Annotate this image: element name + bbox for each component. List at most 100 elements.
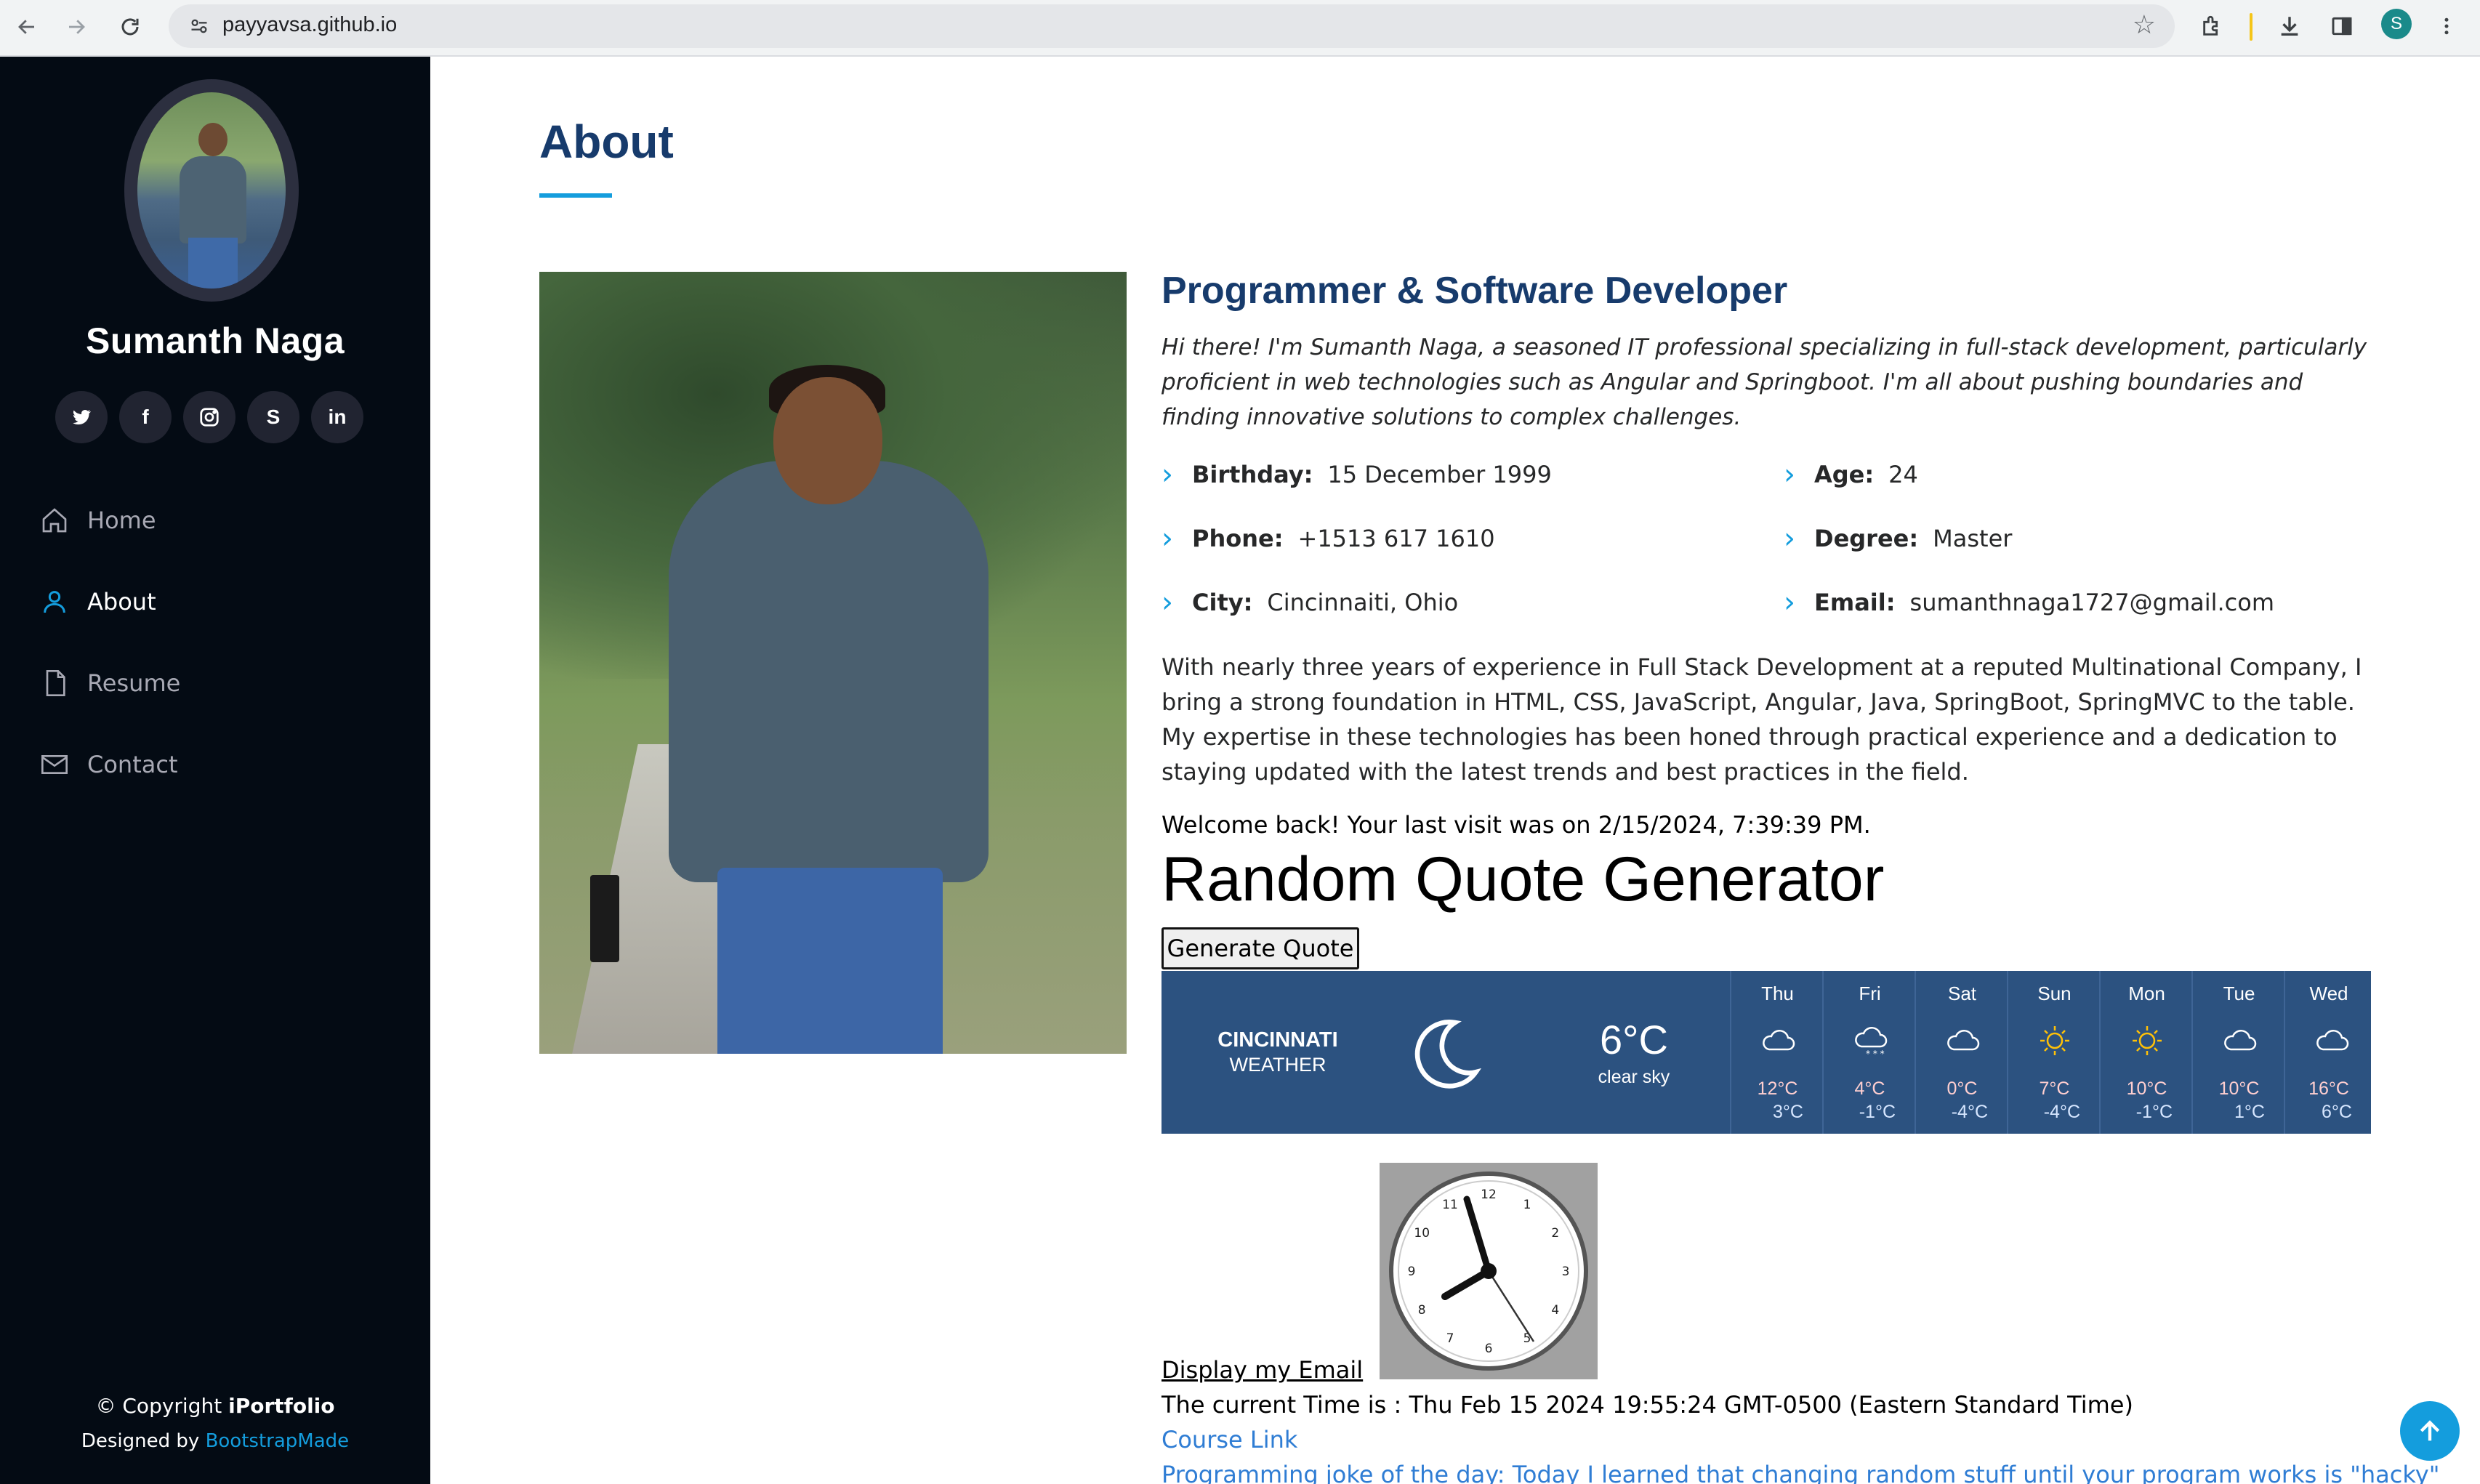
reload-icon[interactable] [112,9,148,45]
address-bar[interactable]: payyavsa.github.io ☆ [169,4,2175,48]
weather-city: CINCINNATI WEATHER [1217,1028,1338,1076]
bookmark-star-icon[interactable]: ☆ [2133,10,2156,40]
nav-item-about[interactable]: About [36,580,156,624]
fact-email: › Email: sumanthnaga1727@gmail.com [1784,586,2275,619]
main-content: About Programmer & Software Developer Hi… [430,57,2480,1484]
fact-city: › City: Cincinnaiti, Ohio [1162,586,1459,619]
instagram-icon[interactable] [183,391,235,443]
current-temperature: 6°C [1600,1017,1668,1062]
clock-numeral: 1 [1523,1198,1531,1212]
bootstrapmade-link[interactable]: BootstrapMade [206,1430,350,1452]
moon-icon [1409,1015,1489,1094]
back-to-top-button[interactable] [2400,1401,2460,1461]
download-icon[interactable] [2271,7,2308,45]
facebook-icon[interactable]: f [119,391,172,443]
cloud-icon [1763,1030,1795,1051]
svg-text:* * *: * * * [1866,1049,1885,1059]
clock-numeral: 12 [1481,1187,1497,1202]
last-visit-text: Welcome back! Your last visit was on 2/1… [1162,811,1871,839]
clock-numeral: 11 [1442,1198,1458,1212]
chevron-right-icon: › [1162,586,1173,619]
fact-age: › Age: 24 [1784,458,1918,491]
about-intro: Hi there! I'm Sumanth Naga, a seasoned I… [1162,334,2367,430]
clock-numeral: 2 [1551,1226,1559,1241]
profile-name: Sumanth Naga [85,320,345,361]
back-arrow-icon[interactable] [9,9,45,45]
quote-generator-title: Random Quote Generator [1162,844,1885,914]
forecast-day: Wed 16°C 6°C [2284,971,2371,1134]
linkedin-icon[interactable]: in [311,391,363,443]
url-text: payyavsa.github.io [222,13,398,36]
fact-birthday: › Birthday: 15 December 1999 [1162,458,1552,491]
clock-numeral: 3 [1562,1265,1570,1279]
forecast-day: Fri * * * 4°C -1°C [1822,971,1915,1134]
chevron-right-icon: › [1784,458,1795,491]
sun-icon [2040,1026,2069,1055]
clock-numeral: 5 [1523,1331,1531,1346]
nav-label-about: About [87,588,156,616]
course-link[interactable]: Course Link [1162,1426,1297,1453]
cloud-icon [2316,1030,2349,1051]
browser-toolbar: payyavsa.github.io ☆ S [0,0,2480,57]
nav-item-contact[interactable]: Contact [36,743,178,786]
profile-photo [539,272,1127,1054]
forecast-day: Sat 0°C -4°C [1915,971,2007,1134]
more-menu-icon[interactable] [2428,7,2465,45]
about-description: With nearly three years of experience in… [1162,653,2362,786]
fact-phone: › Phone: +1513 617 1610 [1162,522,1495,555]
nav-label-contact: Contact [87,751,178,778]
cloud-icon [1947,1030,1980,1051]
fact-degree: › Degree: Master [1784,522,2013,555]
current-time-text: The current Time is : Thu Feb 15 2024 19… [1162,1391,2133,1419]
envelope-icon [36,746,73,783]
display-email-link[interactable]: Display my Email [1162,1356,1363,1384]
nav-label-home: Home [87,507,156,534]
title-underline [539,193,612,198]
chevron-right-icon: › [1162,458,1173,491]
clock-numeral: 10 [1414,1226,1430,1241]
forecast-day: Sun 7°C -4°C [2007,971,2099,1134]
skype-icon[interactable]: S [247,391,299,443]
forward-arrow-icon[interactable] [58,9,94,45]
clock-numeral: 6 [1485,1342,1493,1356]
weather-widget[interactable]: CINCINNATI WEATHER 6°C clear sky Thu 12°… [1162,971,2371,1134]
clock-numeral: 9 [1408,1265,1416,1279]
generate-quote-button[interactable]: Generate Quote [1162,927,1359,969]
home-icon [36,502,73,539]
side-panel-icon[interactable] [2323,7,2361,45]
about-subtitle: Programmer & Software Developer [1162,270,1788,312]
clock-face: 121234567891011 [1389,1172,1588,1371]
clock-numeral: 7 [1446,1331,1454,1346]
nav-item-home[interactable]: Home [36,499,156,542]
clock-numeral: 4 [1551,1303,1559,1318]
forecast-day: Thu 12°C 3°C [1730,971,1822,1134]
chevron-right-icon: › [1784,522,1795,555]
arrow-up-icon [2420,1420,2440,1441]
profile-avatar-photo [124,79,299,302]
twitter-icon[interactable] [55,391,108,443]
joke-link[interactable]: Programming joke of the day: Today I lea… [1162,1461,2439,1484]
clock-numeral: 8 [1418,1303,1426,1318]
file-icon [36,665,73,701]
cloud-icon [2224,1030,2257,1051]
designed-by: Designed by BootstrapMade [81,1430,350,1452]
chevron-right-icon: › [1784,586,1795,619]
copyright-brand: iPortfolio [228,1394,335,1418]
copyright: © Copyright iPortfolio [95,1394,335,1418]
site-settings-icon[interactable] [186,13,212,39]
analog-clock: 12 1 2 3 4 5 6 7 8 9 10 11 [1380,1163,1598,1379]
forecast-day: Tue 10°C 1°C [2191,971,2284,1134]
sun-icon [2133,1026,2162,1055]
user-icon [36,584,73,620]
nav-item-resume[interactable]: Resume [36,661,180,705]
section-title: About [539,116,674,168]
toolbar-separator [2250,13,2252,41]
profile-avatar[interactable]: S [2381,9,2412,39]
current-condition: clear sky [1598,1067,1670,1087]
nav-label-resume: Resume [87,669,181,697]
chevron-right-icon: › [1162,522,1173,555]
extensions-icon[interactable] [2194,7,2231,45]
forecast-day: Mon 10°C -1°C [2099,971,2191,1134]
snow-cloud-icon: * * * [1855,1027,1888,1059]
sidebar: Sumanth Naga f S in Home About Resume Co… [0,57,430,1484]
